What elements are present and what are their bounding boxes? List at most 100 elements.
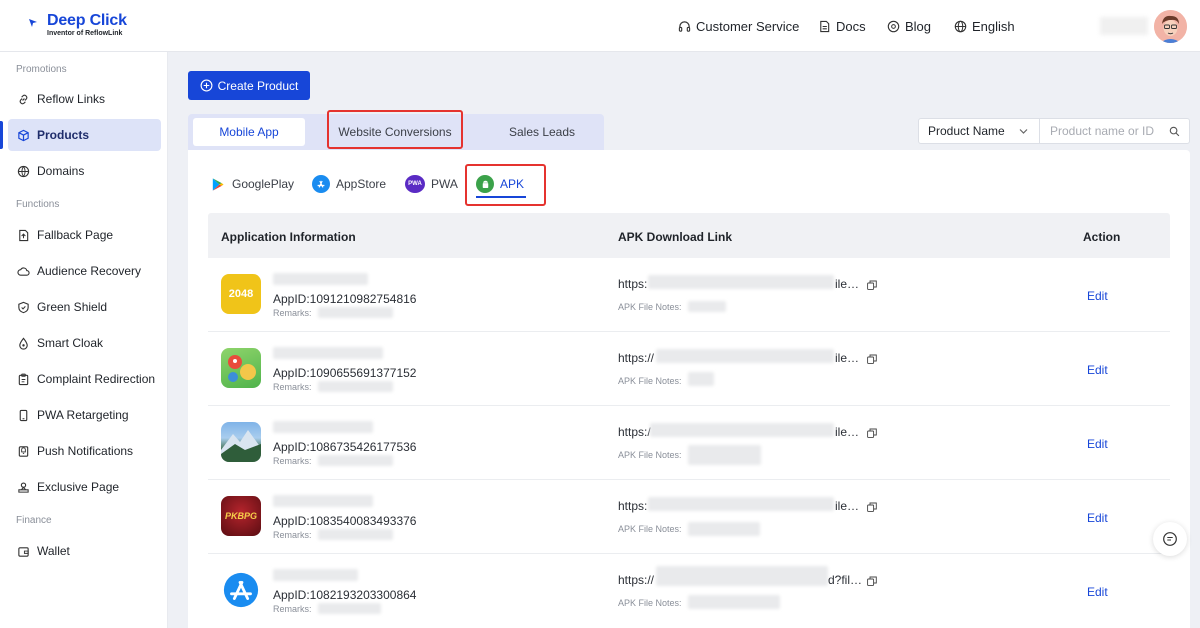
table-row: 2048 AppID:1091210982754816 Remarks: htt… [208, 258, 1170, 332]
wallet-icon [18, 546, 29, 557]
download-link-prefix: https: [618, 499, 648, 513]
remarks-redacted [318, 381, 393, 392]
edit-button[interactable]: Edit [1087, 511, 1108, 525]
download-link-prefix: https: [618, 277, 648, 291]
chevron-down-icon [1019, 129, 1028, 134]
app-name-redacted [273, 569, 358, 581]
apk-file-notes: APK File Notes: [618, 598, 682, 608]
sidebar-item-label: Audience Recovery [37, 264, 142, 278]
sidebar-item-wallet[interactable]: Wallet [8, 535, 161, 567]
remarks-redacted [318, 603, 381, 614]
download-link-suffix: ile… [835, 351, 860, 365]
edit-button[interactable]: Edit [1087, 363, 1108, 377]
sidebar-item-label: Domains [37, 164, 85, 178]
search-input[interactable]: Product name or ID [1039, 118, 1190, 144]
highlight-apk-tab [465, 164, 546, 206]
cursor-icon [29, 19, 37, 27]
avatar[interactable] [1154, 10, 1187, 43]
app-id: AppID:1082193203300864 [273, 588, 417, 602]
app-icon: 2048 [221, 274, 261, 314]
download-link-redacted [656, 566, 828, 586]
remarks-label: Remarks: [273, 308, 312, 318]
column-header-app-info: Application Information [221, 230, 356, 244]
remarks-redacted [318, 455, 393, 466]
table-row: PKBPG AppID:1083540083493376 Remarks: ht… [208, 480, 1170, 554]
sidebar-item-reflow-links[interactable]: Reflow Links [8, 83, 161, 115]
remarks-redacted [318, 307, 393, 318]
sidebar-item-label: Smart Cloak [37, 336, 104, 350]
notes-redacted [688, 522, 760, 536]
drop-icon [19, 337, 28, 350]
sidebar-item-label: Wallet [37, 544, 70, 558]
customer-service-label: Customer Service [696, 18, 800, 34]
edit-button[interactable]: Edit [1087, 437, 1108, 451]
sidebar-item-complaint-redirection[interactable]: Complaint Redirection [8, 363, 161, 395]
app-id: AppID:1091210982754816 [273, 292, 417, 306]
apk-file-notes: APK File Notes: [618, 450, 682, 460]
phone-icon [19, 409, 28, 421]
column-header-download-link: APK Download Link [618, 230, 732, 244]
platform-tab-googleplay[interactable]: GooglePlay [208, 174, 294, 194]
search-icon[interactable] [1169, 126, 1180, 137]
app-id: AppID:1083540083493376 [273, 514, 417, 528]
sidebar-item-green-shield[interactable]: Green Shield [8, 291, 161, 323]
copy-icon[interactable] [867, 428, 877, 438]
sidebar-item-products[interactable]: Products [8, 119, 161, 151]
apk-file-notes: APK File Notes: [618, 302, 682, 312]
cube-icon [18, 129, 29, 141]
sidebar-item-label: Complaint Redirection [37, 372, 156, 386]
headset-icon [678, 20, 691, 32]
pwa-badge-text: PWA [408, 181, 422, 187]
language-selector[interactable]: English [954, 18, 1015, 34]
platform-tab-pwa[interactable]: PWA PWA [405, 174, 458, 194]
blog-link[interactable]: Blog [887, 18, 931, 34]
app-icon [221, 348, 261, 388]
app-icon [221, 422, 261, 462]
apk-file-notes: APK File Notes: [618, 376, 682, 386]
download-link-prefix: https:// [618, 573, 655, 587]
chat-support-button[interactable] [1153, 522, 1187, 556]
section-title-functions: Functions [16, 199, 60, 210]
edit-button[interactable]: Edit [1087, 289, 1108, 303]
platform-tab-appstore[interactable]: AppStore [312, 174, 386, 194]
tab-mobile-app[interactable]: Mobile App [193, 118, 305, 146]
sidebar-item-pwa-retargeting[interactable]: PWA Retargeting [8, 399, 161, 431]
filter-field-value: Product Name [928, 124, 1005, 138]
remarks-label: Remarks: [273, 456, 312, 466]
brand-tagline: Inventor of ReflowLink [47, 30, 123, 37]
download-link-redacted [650, 423, 834, 437]
create-product-label: Create Product [217, 78, 299, 93]
sidebar-item-label: Green Shield [37, 300, 108, 314]
pwa-icon: PWA [405, 175, 425, 193]
filter-field-select[interactable]: Product Name [918, 118, 1040, 144]
create-product-button[interactable]: Create Product [188, 71, 310, 100]
edit-button[interactable]: Edit [1087, 585, 1108, 599]
remarks-label: Remarks: [273, 604, 312, 614]
copy-icon[interactable] [867, 354, 877, 364]
sidebar-item-domains[interactable]: Domains [8, 155, 161, 187]
download-link-prefix: https:/ [618, 425, 651, 439]
sidebar-item-exclusive-page[interactable]: Exclusive Page [8, 471, 161, 503]
sidebar-item-label: Reflow Links [37, 92, 106, 106]
sidebar-item-fallback-page[interactable]: Fallback Page [8, 219, 161, 251]
avatar-illustration [1154, 10, 1187, 43]
app-id: AppID:1090655691377152 [273, 366, 417, 380]
customer-service-link[interactable]: Customer Service [678, 18, 799, 34]
sidebar-item-push-notifications[interactable]: Push Notifications [8, 435, 161, 467]
download-link-redacted [656, 349, 834, 363]
sidebar-item-smart-cloak[interactable]: Smart Cloak [8, 327, 161, 359]
sidebar-item-audience-recovery[interactable]: Audience Recovery [8, 255, 161, 287]
tab-sales-leads[interactable]: Sales Leads [480, 114, 604, 150]
copy-icon[interactable] [867, 280, 877, 290]
app-id: AppID:1086735426177536 [273, 440, 417, 454]
blog-label: Blog [905, 18, 932, 34]
copy-icon[interactable] [867, 576, 877, 586]
active-indicator [0, 121, 3, 149]
column-header-action: Action [1083, 230, 1121, 244]
copy-icon[interactable] [867, 502, 877, 512]
app-icon [221, 570, 261, 610]
docs-link[interactable]: Docs [818, 18, 866, 34]
sidebar-item-label: Exclusive Page [37, 480, 120, 494]
blog-icon [887, 20, 900, 32]
app-icon-text: PKBPG [224, 511, 257, 521]
